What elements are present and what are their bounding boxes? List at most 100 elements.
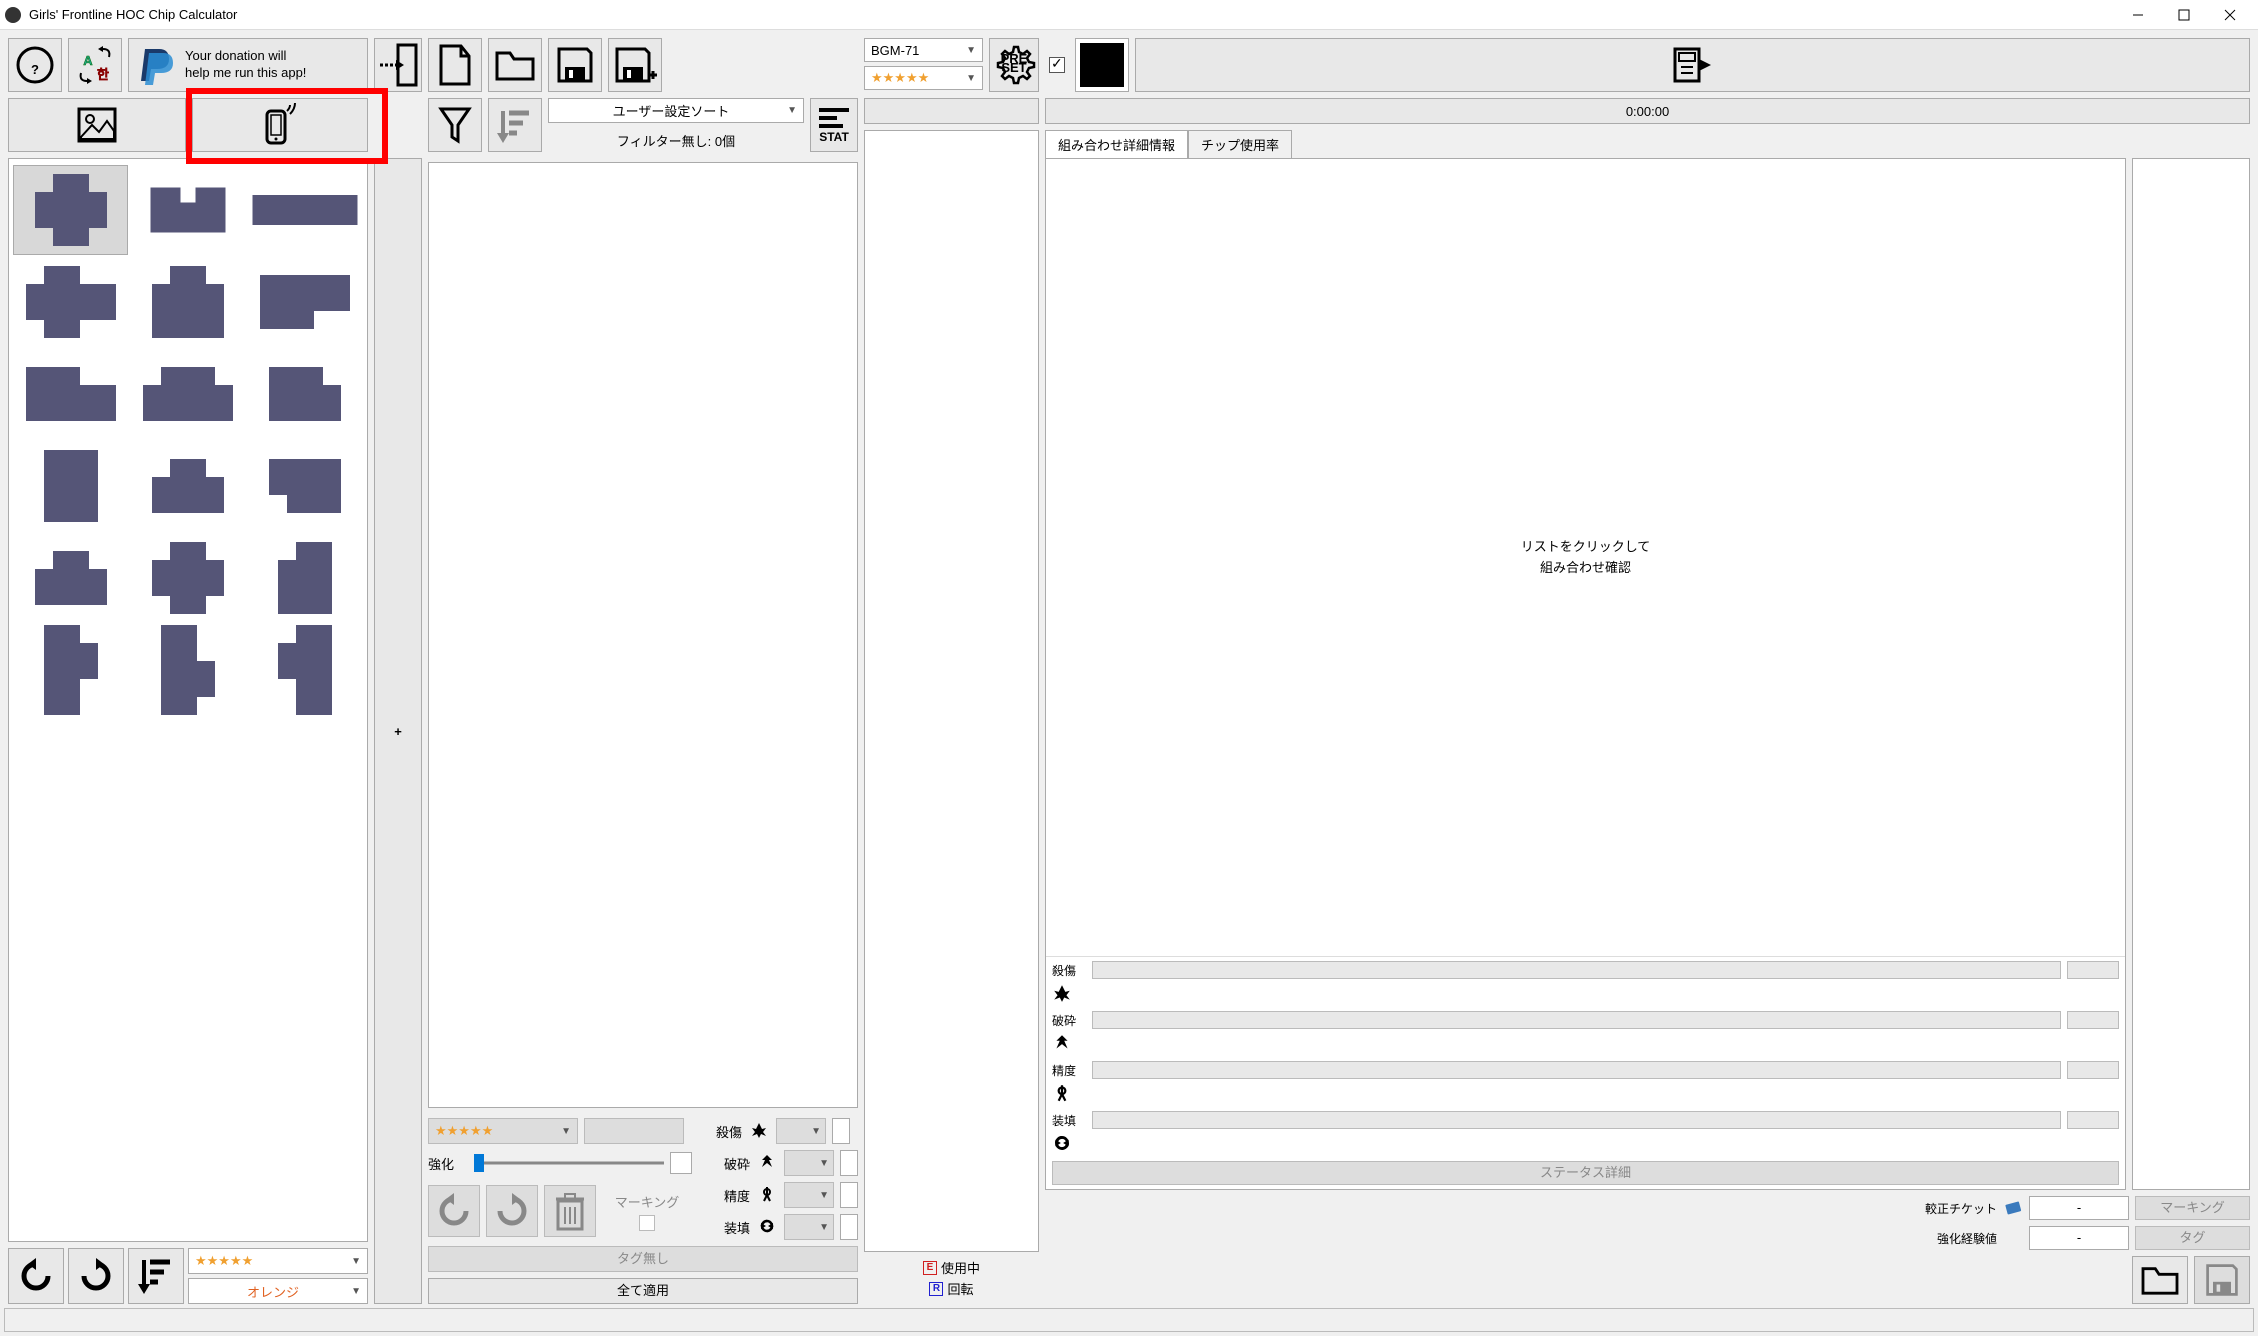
marking-result-button[interactable]: マーキング — [2135, 1196, 2250, 1220]
marking-checkbox[interactable] — [639, 1215, 655, 1231]
tag-result-button[interactable]: タグ — [2135, 1226, 2250, 1250]
pierce-select[interactable]: ▼ — [784, 1150, 834, 1176]
filter-button[interactable] — [428, 98, 482, 152]
enhance-value[interactable] — [670, 1152, 692, 1174]
reload-input[interactable] — [840, 1214, 858, 1240]
open-folder-button[interactable] — [488, 38, 542, 92]
shape-cell[interactable] — [130, 533, 245, 623]
damage-icon — [1052, 983, 2119, 1005]
language-icon: A 한 — [73, 45, 117, 85]
calculate-button[interactable] — [1135, 38, 2250, 92]
show-preview-checkbox[interactable] — [1049, 57, 1065, 73]
shape-cell[interactable] — [13, 533, 128, 623]
shape-cell[interactable] — [248, 165, 363, 255]
delete-button[interactable] — [544, 1185, 596, 1237]
donate-button[interactable]: Your donation will help me run this app! — [128, 38, 368, 92]
open-result-button[interactable] — [2132, 1256, 2188, 1304]
phone-sync-button[interactable] — [192, 98, 368, 152]
accuracy-value — [2067, 1061, 2119, 1079]
chip-color-select[interactable] — [584, 1118, 684, 1144]
damage-label: 殺傷 — [690, 1122, 742, 1141]
shape-cell[interactable] — [248, 533, 363, 623]
redo-button[interactable] — [486, 1185, 538, 1237]
shape-cell[interactable] — [130, 441, 245, 531]
chip-shape-grid[interactable] — [9, 159, 367, 1241]
status-detail-button[interactable]: ステータス詳細 — [1052, 1161, 2119, 1185]
usersort-label: ユーザー設定ソート — [555, 101, 787, 120]
legend-inuse-icon: E — [923, 1261, 937, 1275]
language-button[interactable]: A 한 — [68, 38, 122, 92]
move-right-button[interactable] — [374, 38, 422, 92]
close-button[interactable] — [2207, 0, 2253, 30]
chip-listbox[interactable] — [428, 162, 858, 1108]
damage-value — [2067, 961, 2119, 979]
chip-used-list[interactable] — [2132, 158, 2250, 1190]
add-chip-button[interactable]: + — [374, 158, 422, 1304]
ticket-value: - — [2029, 1196, 2129, 1220]
shape-cell[interactable] — [130, 257, 245, 347]
shape-cell[interactable] — [13, 625, 128, 715]
shape-cell[interactable] — [248, 257, 363, 347]
tag-none-button[interactable]: タグ無し — [428, 1246, 858, 1272]
chevron-down-icon: ▼ — [966, 45, 976, 56]
enhance-slider[interactable] — [474, 1153, 664, 1173]
accuracy-select[interactable]: ▼ — [784, 1182, 834, 1208]
file-icon — [437, 44, 473, 86]
user-sort-dropdown[interactable]: ユーザー設定ソート ▼ — [548, 98, 804, 123]
titlebar: Girls' Frontline HOC Chip Calculator — [0, 0, 2258, 30]
save-icon — [555, 45, 595, 85]
save-as-button[interactable] — [608, 38, 662, 92]
preset-button[interactable]: PRE SET — [989, 38, 1039, 92]
damage-select[interactable]: ▼ — [776, 1118, 826, 1144]
tab-detail[interactable]: 組み合わせ詳細情報 — [1045, 130, 1188, 158]
damage-input[interactable] — [832, 1118, 850, 1144]
rotate-ccw-button[interactable] — [8, 1248, 64, 1304]
new-file-button[interactable] — [428, 38, 482, 92]
shape-cell[interactable] — [13, 165, 128, 255]
trash-icon — [554, 1191, 586, 1231]
shape-cell[interactable] — [13, 257, 128, 347]
plus-icon: + — [394, 724, 402, 739]
rotate-cw-icon — [76, 1256, 116, 1296]
star-filter-dropdown[interactable]: ★★★★★ ▼ — [188, 1248, 368, 1274]
shape-cell[interactable] — [248, 349, 363, 439]
rotate-cw-button[interactable] — [68, 1248, 124, 1304]
chip-star-select[interactable]: ★★★★★▼ — [428, 1118, 578, 1144]
shape-cell[interactable] — [13, 441, 128, 531]
maximize-button[interactable] — [2161, 0, 2207, 30]
minimize-button[interactable] — [2115, 0, 2161, 30]
apply-all-button[interactable]: 全て適用 — [428, 1278, 858, 1304]
shape-cell[interactable] — [13, 349, 128, 439]
folder-icon — [2140, 1263, 2180, 1297]
save-button[interactable] — [548, 38, 602, 92]
stat-button[interactable]: STAT — [810, 98, 858, 152]
pierce-icon — [756, 1153, 778, 1174]
result-listbox[interactable] — [864, 130, 1039, 1252]
undo-button[interactable] — [428, 1185, 480, 1237]
window-title: Girls' Frontline HOC Chip Calculator — [29, 7, 2115, 22]
hoc-star-select[interactable]: ★★★★★▼ — [864, 66, 983, 90]
sort-toggle-button[interactable] — [128, 1248, 184, 1304]
accuracy-input[interactable] — [840, 1182, 858, 1208]
shape-cell[interactable] — [130, 625, 245, 715]
reload-icon — [756, 1217, 778, 1238]
shape-cell[interactable] — [248, 441, 363, 531]
image-import-button[interactable] — [8, 98, 186, 152]
reload-select[interactable]: ▼ — [784, 1214, 834, 1240]
chevron-down-icon: ▼ — [787, 105, 797, 116]
hoc-name-select[interactable]: BGM-71▼ — [864, 38, 983, 62]
color-filter-dropdown[interactable]: オレンジ ▼ — [188, 1278, 368, 1304]
shape-cell[interactable] — [130, 165, 245, 255]
tab-usage[interactable]: チップ使用率 — [1188, 130, 1292, 158]
detail-placeholder: リストをクリックして 組み合わせ確認 — [1046, 159, 2125, 956]
shape-cell[interactable] — [130, 349, 245, 439]
undo-icon — [436, 1193, 472, 1229]
reload-icon — [1052, 1133, 2119, 1155]
sort-button[interactable] — [488, 98, 542, 152]
phone-icon — [263, 103, 297, 147]
pierce-input[interactable] — [840, 1150, 858, 1176]
shape-cell[interactable] — [248, 625, 363, 715]
save-result-button[interactable] — [2194, 1256, 2250, 1304]
help-button[interactable]: ? — [8, 38, 62, 92]
marking-checkbox-group[interactable]: マーキング — [602, 1192, 692, 1231]
